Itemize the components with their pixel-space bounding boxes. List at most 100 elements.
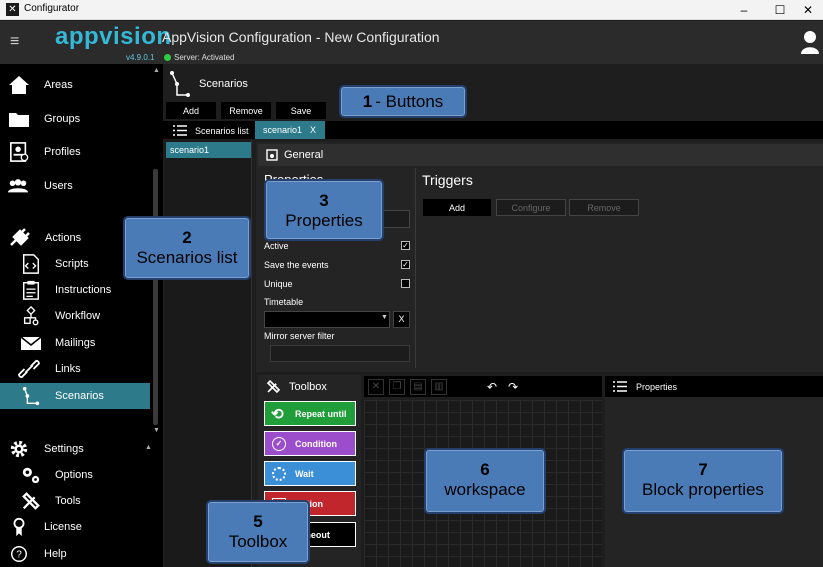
block-properties-title: Properties [636,382,678,392]
help-icon: ? [11,546,27,562]
scenario-icon [170,71,190,97]
sidebar-item-label: Profiles [44,146,81,158]
app-header: ≡ appvision v4.9.0.1 Server: Activated A… [0,21,823,64]
sidebar-item-help[interactable]: ? Help [0,541,150,567]
general-icon [266,149,278,161]
callout-text: - Buttons [375,92,444,111]
callout-workspace: 6 workspace [424,448,546,514]
remove-button[interactable]: Remove [221,102,271,119]
sidebar-item-areas[interactable]: Areas [0,72,150,98]
callout-text: Scenarios list [136,248,238,267]
redo-icon[interactable]: ↷ [505,379,521,395]
list-item[interactable]: scenario1 [166,142,251,158]
sidebar-item-tools[interactable]: Tools [0,488,150,514]
sidebar-item-label: Help [44,548,67,560]
callout-text: workspace [444,480,526,499]
scenarios-list-label: Scenarios list [195,126,249,136]
scenario-icon [22,386,40,406]
general-title: General [284,149,324,161]
workflow-icon [23,306,39,326]
callout-number: 7 [698,460,708,479]
folder-icon [9,113,29,127]
callout-toolbox: 5 Toolbox [206,500,310,564]
sidebar-item-groups[interactable]: Groups [0,106,150,132]
save-button[interactable]: Save [276,102,326,119]
callout-text: Block properties [642,480,764,499]
sidebar-scroll-thumb[interactable] [153,169,158,425]
sidebar-item-label: Mailings [55,337,96,349]
users-icon [7,179,29,193]
sidebar-item-workflow[interactable]: Workflow [0,303,150,329]
callout-number: 2 [182,228,192,247]
block-label: Wait [295,469,314,479]
sidebar-item-label: Scenarios [55,390,104,402]
tab-close-button[interactable]: X [310,125,316,135]
general-header [258,144,823,166]
add-button[interactable]: Add [166,102,216,119]
copy-icon[interactable]: ❐ [389,379,405,395]
timetable-select[interactable]: ▼ [264,311,390,328]
sidebar-item-scenarios[interactable]: Scenarios [0,383,150,409]
sidebar-item-label: Actions [45,232,82,244]
trigger-remove-button[interactable]: Remove [569,199,639,216]
close-window-button[interactable]: ✕ [790,0,823,20]
minimize-button[interactable]: – [726,0,762,20]
timetable-clear-button[interactable]: X [393,311,410,328]
scroll-down-icon[interactable]: ▼ [153,427,160,434]
callout-scenarios-list: 2 Scenarios list [123,216,251,280]
trigger-configure-button[interactable]: Configure [496,199,566,216]
timetable-label: Timetable [264,297,304,307]
server-status: Server: Activated [174,53,235,62]
callout-number: 1 [362,92,373,111]
spinner-icon [272,467,286,481]
clipboard-icon [23,280,39,300]
callout-text: Toolbox [228,532,288,551]
sidebar-item-profiles[interactable]: Profiles [0,139,150,165]
gear-icon [10,440,28,458]
sidebar-item-users[interactable]: Users [0,173,150,199]
sidebar-item-options[interactable]: Options [0,462,150,488]
callout-number: 6 [480,460,490,479]
active-checkbox[interactable]: ✓ [401,241,410,250]
divider [415,168,416,368]
mirror-filter-input[interactable] [270,345,410,362]
sidebar-item-label: Instructions [55,284,112,296]
sidebar-item-instructions[interactable]: Instructions [0,277,150,303]
tab-label: scenario1 [263,125,303,135]
profile-badge-icon [10,142,29,162]
block-label: Condition [295,439,337,449]
delete-icon[interactable]: ▥ [431,379,447,395]
sidebar-item-settings[interactable]: Settings ▲ [0,436,152,462]
user-account-icon[interactable] [800,29,820,55]
unique-checkbox[interactable] [401,279,410,288]
sidebar-item-links[interactable]: Links [0,356,150,382]
svg-text:?: ? [16,550,22,561]
sidebar-item-mailings[interactable]: Mailings [0,330,150,356]
undo-icon[interactable]: ↶ [484,379,500,395]
wait-block[interactable]: Wait [264,461,356,486]
callout-properties: 3 Properties [264,179,384,241]
sidebar-item-license[interactable]: License [0,514,150,540]
paste-icon[interactable]: ▤ [410,379,426,395]
house-icon [9,76,29,94]
trigger-add-button[interactable]: Add [423,199,491,216]
tools-icon [266,379,281,394]
callout-number: 5 [253,512,263,531]
tab-scenario1[interactable]: scenario1 X [255,121,325,139]
callout-block-properties: 7 Block properties [622,448,784,514]
scroll-up-icon[interactable]: ▲ [153,67,160,74]
toolbox-title: Toolbox [289,381,327,393]
gears-icon [22,467,40,484]
save-events-checkbox[interactable]: ✓ [401,260,410,269]
collapse-arrow-icon[interactable]: ▲ [145,444,152,451]
hamburger-menu-icon[interactable]: ≡ [10,33,19,51]
envelope-icon [20,336,42,350]
app-title: AppVision Configuration - New Configurat… [162,29,440,45]
repeat-until-block[interactable]: ⟲ Repeat until [264,401,356,426]
condition-block[interactable]: ✓ Condition [264,431,356,456]
sidebar-item-label: Options [55,469,93,481]
window-title: Configurator [24,3,80,14]
cut-icon[interactable]: ✕ [368,379,384,395]
sidebar-item-label: Users [44,180,73,192]
sidebar-item-label: Scripts [55,258,89,270]
